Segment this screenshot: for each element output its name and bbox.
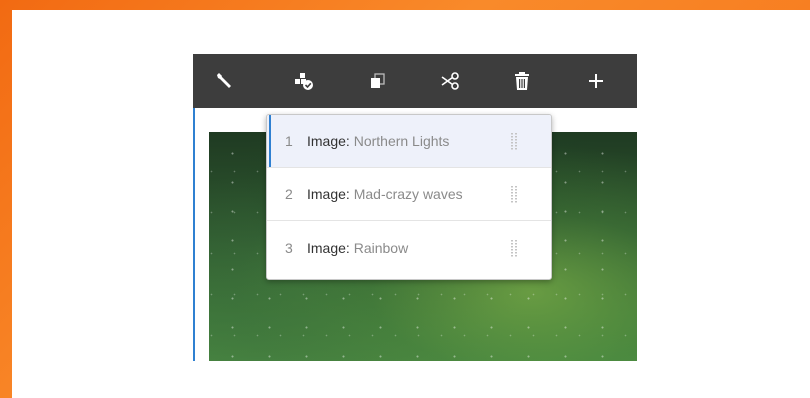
components-check-icon bbox=[293, 71, 315, 91]
cut-button[interactable] bbox=[430, 54, 470, 108]
delete-button[interactable] bbox=[502, 54, 542, 108]
selection-rule bbox=[193, 108, 195, 361]
item-label: Image: Northern Lights bbox=[307, 133, 449, 149]
panel-select-list: 1 Image: Northern Lights 2 Image: Mad-cr… bbox=[266, 114, 552, 280]
item-number: 2 bbox=[285, 186, 293, 202]
scissors-icon bbox=[439, 71, 461, 91]
item-separator: : bbox=[345, 133, 354, 149]
copy-button[interactable] bbox=[358, 54, 398, 108]
plus-icon bbox=[587, 72, 605, 90]
wrench-icon bbox=[214, 71, 234, 91]
item-number: 1 bbox=[285, 133, 293, 149]
item-title: Northern Lights bbox=[353, 133, 450, 149]
list-item[interactable]: 3 Image: Rainbow bbox=[267, 221, 551, 274]
list-item[interactable]: 1 Image: Northern Lights bbox=[267, 115, 551, 168]
select-panel-button[interactable] bbox=[284, 54, 324, 108]
item-title: Mad-crazy waves bbox=[353, 186, 463, 202]
drag-handle-icon[interactable] bbox=[510, 132, 518, 150]
item-number: 3 bbox=[285, 239, 293, 256]
item-title: Rainbow bbox=[353, 239, 409, 256]
configure-button[interactable] bbox=[204, 54, 244, 108]
trash-icon bbox=[513, 71, 531, 91]
drag-handle-icon[interactable] bbox=[510, 239, 518, 257]
list-item[interactable]: 2 Image: Mad-crazy waves bbox=[267, 168, 551, 221]
item-kind: Image bbox=[307, 186, 346, 202]
copy-icon bbox=[368, 71, 388, 91]
item-label: Image: Rainbow bbox=[307, 240, 408, 256]
insert-button[interactable] bbox=[576, 54, 616, 108]
item-separator: : bbox=[345, 239, 354, 256]
item-separator: : bbox=[345, 186, 354, 202]
item-kind: Image bbox=[307, 133, 346, 149]
component-toolbar bbox=[193, 54, 637, 108]
item-label: Image: Mad-crazy waves bbox=[307, 186, 463, 202]
drag-handle-icon[interactable] bbox=[510, 185, 518, 203]
item-kind: Image bbox=[307, 239, 346, 256]
